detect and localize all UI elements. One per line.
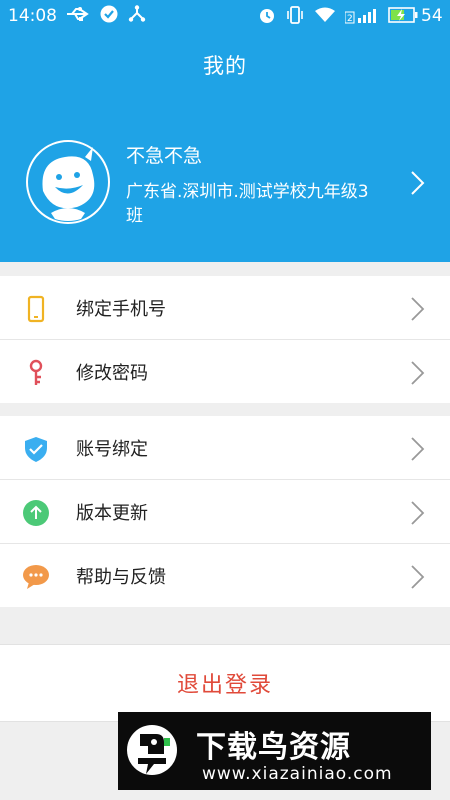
- battery-charging-icon: [388, 7, 418, 23]
- status-right-icons: 2: [258, 5, 418, 25]
- page-title: 我的: [203, 54, 247, 78]
- chat-bubble-icon: [23, 565, 49, 589]
- bird-logo-icon: [127, 725, 177, 775]
- change-password-label: 修改密码: [76, 363, 148, 384]
- chevron-right-icon: [411, 361, 425, 385]
- profile-header: 14:08 2 54 我的 不急不急 广东省.深圳市.测试学校九年级3班: [0, 0, 450, 262]
- logout-button[interactable]: 退出登录: [0, 644, 450, 722]
- status-time: 14:08: [8, 6, 57, 26]
- upgrade-arrow-icon: [23, 500, 49, 526]
- usb-icon: [67, 7, 89, 21]
- help-feedback-row[interactable]: 帮助与反馈: [0, 544, 450, 607]
- wifi-icon: [315, 7, 335, 22]
- chevron-right-icon: [411, 501, 425, 525]
- change-password-row[interactable]: 修改密码: [0, 340, 450, 403]
- settings-group-general: 账号绑定 版本更新 帮助与反馈: [0, 416, 450, 607]
- chevron-right-icon[interactable]: [410, 170, 426, 196]
- alarm-icon: [260, 9, 274, 23]
- check-circle-icon: [100, 5, 118, 23]
- chevron-right-icon: [411, 297, 425, 321]
- watermark-url: www.xiazainiao.com: [202, 764, 393, 784]
- account-binding-label: 账号绑定: [76, 439, 148, 460]
- bind-phone-row[interactable]: 绑定手机号: [0, 276, 450, 340]
- bind-phone-label: 绑定手机号: [76, 299, 166, 320]
- battery-level: 54: [421, 6, 443, 26]
- svg-text:2: 2: [347, 14, 353, 24]
- shield-check-icon: [25, 437, 47, 462]
- username: 不急不急: [126, 145, 203, 167]
- avatar[interactable]: [25, 139, 111, 225]
- key-icon: [29, 359, 43, 385]
- settings-group-account: 绑定手机号 修改密码: [0, 276, 450, 403]
- chevron-right-icon: [411, 437, 425, 461]
- help-feedback-label: 帮助与反馈: [76, 567, 166, 588]
- status-left-icons: [66, 5, 146, 23]
- logout-label: 退出登录: [176, 673, 273, 698]
- signal-icon: 2: [345, 9, 376, 24]
- share-nodes-icon: [128, 5, 146, 22]
- account-binding-row[interactable]: 账号绑定: [0, 416, 450, 480]
- status-bar: 14:08 2 54: [0, 0, 450, 32]
- phone-icon: [27, 295, 45, 323]
- version-update-row[interactable]: 版本更新: [0, 480, 450, 544]
- version-update-label: 版本更新: [76, 503, 148, 524]
- watermark-banner: 下载鸟资源 www.xiazainiao.com: [118, 712, 431, 790]
- chevron-right-icon: [411, 565, 425, 589]
- watermark-title: 下载鸟资源: [196, 730, 351, 765]
- school-class: 广东省.深圳市.测试学校九年级3班: [126, 182, 369, 226]
- vibrate-icon: [287, 6, 303, 24]
